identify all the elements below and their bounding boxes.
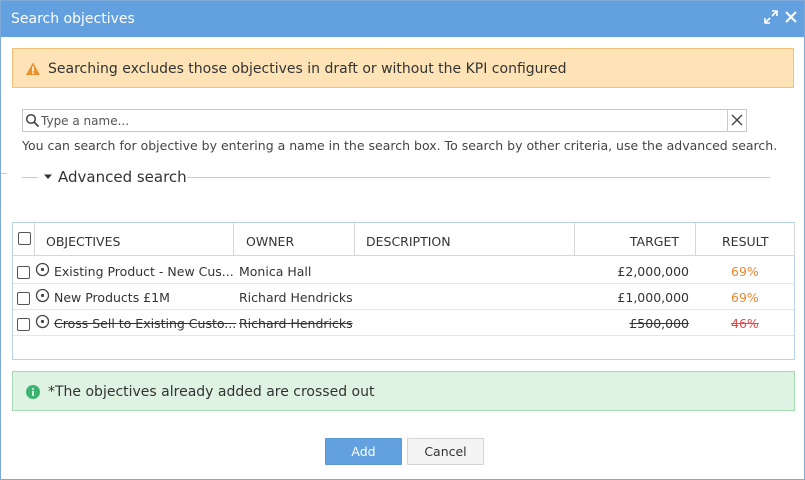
divider xyxy=(187,177,770,178)
objective-name[interactable]: New Products £1M xyxy=(54,290,170,305)
search-objectives-dialog: Search objectives Searching excludes tho… xyxy=(0,0,805,480)
result-value: 46% xyxy=(731,316,759,331)
row-checkbox[interactable] xyxy=(17,318,30,331)
warning-icon xyxy=(25,61,41,77)
target-value: £500,000 xyxy=(629,316,689,331)
column-header-result[interactable]: RESULT xyxy=(696,223,795,256)
search-box xyxy=(22,109,747,132)
add-button[interactable]: Add xyxy=(325,438,402,465)
dialog-titlebar: Search objectives xyxy=(1,1,804,37)
column-header-owner[interactable]: OWNER xyxy=(234,223,355,256)
cancel-button[interactable]: Cancel xyxy=(407,438,484,465)
row-checkbox[interactable] xyxy=(17,292,30,305)
info-alert: *The objectives already added are crosse… xyxy=(12,371,795,411)
owner-name: Richard Hendricks xyxy=(239,316,353,331)
advanced-search-label[interactable]: Advanced search xyxy=(58,168,187,186)
select-all-checkbox[interactable] xyxy=(18,232,31,245)
objective-name[interactable]: Cross Sell to Existing Custo... xyxy=(54,316,236,331)
row-checkbox[interactable] xyxy=(17,266,30,279)
owner-name: Richard Hendricks xyxy=(239,290,353,305)
owner-name: Monica Hall xyxy=(239,264,312,279)
objective-target-icon xyxy=(35,262,50,277)
objective-target-icon xyxy=(35,288,50,303)
table-row[interactable]: New Products £1M Richard Hendricks £1,00… xyxy=(13,284,794,310)
advanced-search-toggle[interactable]: Advanced search xyxy=(22,167,770,187)
caret-down-icon xyxy=(43,171,53,181)
header-select-cell xyxy=(13,223,35,256)
warning-alert: Searching excludes those objectives in d… xyxy=(12,48,794,88)
column-header-target[interactable]: TARGET xyxy=(575,223,696,256)
objective-target-icon xyxy=(35,314,50,329)
info-text: *The objectives already added are crosse… xyxy=(48,384,375,400)
objectives-table: OBJECTIVES OWNER DESCRIPTION TARGET RESU… xyxy=(12,222,795,360)
clear-search-button[interactable] xyxy=(727,110,746,131)
table-row[interactable]: Cross Sell to Existing Custo... Richard … xyxy=(13,310,794,336)
result-value: 69% xyxy=(731,264,759,279)
maximize-icon[interactable] xyxy=(763,9,781,27)
dialog-title: Search objectives xyxy=(11,11,135,27)
close-icon[interactable] xyxy=(783,9,801,27)
result-value: 69% xyxy=(731,290,759,305)
close-icon xyxy=(731,114,743,126)
table-header: OBJECTIVES OWNER DESCRIPTION TARGET RESU… xyxy=(13,223,795,256)
divider xyxy=(22,177,38,178)
target-value: £1,000,000 xyxy=(617,290,689,305)
column-header-objectives[interactable]: OBJECTIVES xyxy=(35,223,234,256)
objective-name[interactable]: Existing Product - New Cus... xyxy=(54,264,234,279)
table-row[interactable]: Existing Product - New Cus... Monica Hal… xyxy=(13,258,794,284)
search-icon xyxy=(25,113,40,128)
search-input[interactable] xyxy=(41,111,726,130)
target-value: £2,000,000 xyxy=(617,264,689,279)
divider xyxy=(1,173,7,174)
warning-text: Searching excludes those objectives in d… xyxy=(48,61,567,77)
column-header-description[interactable]: DESCRIPTION xyxy=(355,223,575,256)
info-icon xyxy=(25,384,41,400)
search-hint: You can search for objective by entering… xyxy=(22,138,778,153)
